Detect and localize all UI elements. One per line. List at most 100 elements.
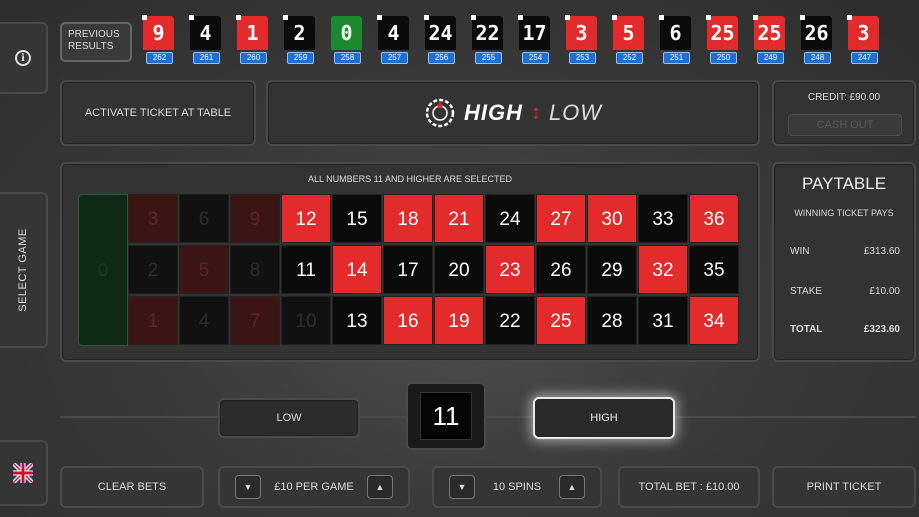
stake-decrease-button[interactable]: ▼ [235, 475, 261, 499]
triangle-down-icon: ▼ [457, 482, 467, 492]
board-cell[interactable]: 12 [281, 194, 331, 243]
board-cell[interactable]: 16 [383, 296, 433, 345]
previous-result-game-number: 254 [522, 52, 549, 64]
previous-result-number: 4 [190, 16, 221, 50]
track-line-left [60, 416, 218, 418]
paytable-subtitle: WINNING TICKET PAYS [794, 208, 894, 218]
board-cell-zero[interactable]: 0 [78, 194, 128, 346]
board-cell[interactable]: 20 [434, 245, 484, 294]
low-button[interactable]: LOW [218, 398, 360, 438]
board-cell[interactable]: 21 [434, 194, 484, 243]
cash-out-button[interactable]: CASH OUT [788, 114, 902, 136]
board-cell[interactable]: 5 [179, 245, 229, 294]
board-cell[interactable]: 6 [179, 194, 229, 243]
credit-label: CREDIT: £90.00 [807, 92, 881, 103]
paytable-row-value: £323.60 [863, 324, 900, 335]
paytable-row-label: TOTAL [790, 324, 823, 335]
result-corner-marker [706, 15, 711, 20]
language-button[interactable] [0, 440, 48, 506]
paytable-row-value: £10.00 [869, 286, 900, 297]
board-cell[interactable]: 8 [230, 245, 280, 294]
board-cell[interactable]: 25 [536, 296, 586, 345]
high-button[interactable]: HIGH [533, 397, 675, 439]
track-line-mid-left [360, 416, 406, 418]
total-bet-display: TOTAL BET : £10.00 [618, 466, 760, 508]
board-cell[interactable]: 22 [485, 296, 535, 345]
select-game-label: SELECT GAME [17, 228, 30, 312]
previous-result-game-number: 249 [757, 52, 784, 64]
previous-result: 0 258 [326, 14, 364, 68]
previous-result-number: 26 [801, 16, 832, 50]
betting-board: ALL NUMBERS 11 AND HIGHER ARE SELECTED 0… [60, 162, 760, 362]
board-cell[interactable]: 36 [689, 194, 739, 243]
board-cell[interactable]: 13 [332, 296, 382, 345]
board-cell[interactable]: 3 [128, 194, 178, 243]
logo-arrow-icon: ↕ [530, 101, 541, 124]
select-game-button[interactable]: SELECT GAME [0, 192, 48, 348]
previous-result-game-number: 262 [146, 52, 173, 64]
selected-number-value: 11 [420, 392, 472, 440]
previous-result-number: 17 [519, 16, 550, 50]
board-cell[interactable]: 7 [230, 296, 280, 345]
board-cell[interactable]: 17 [383, 245, 433, 294]
previous-result: 17 254 [514, 14, 552, 68]
clear-bets-button[interactable]: CLEAR BETS [60, 466, 204, 508]
board-cell[interactable]: 14 [332, 245, 382, 294]
board-cell[interactable]: 19 [434, 296, 484, 345]
paytable-panel: PAYTABLE WINNING TICKET PAYS WIN £313.60… [772, 162, 916, 362]
board-cell[interactable]: 10 [281, 296, 331, 345]
paytable-row-total: TOTAL £323.60 [784, 324, 904, 338]
board-cell[interactable]: 15 [332, 194, 382, 243]
result-corner-marker [800, 15, 805, 20]
result-corner-marker [377, 15, 382, 20]
previous-result-game-number: 252 [616, 52, 643, 64]
previous-result: 25 250 [702, 14, 740, 68]
board-cell[interactable]: 11 [281, 245, 331, 294]
previous-result-game-number: 260 [240, 52, 267, 64]
result-corner-marker [518, 15, 523, 20]
board-cell[interactable]: 23 [485, 245, 535, 294]
previous-result: 2 259 [279, 14, 317, 68]
board-cell[interactable]: 30 [587, 194, 637, 243]
logo-low-text: LOW [548, 100, 603, 125]
board-cell[interactable]: 31 [638, 296, 688, 345]
board-cell[interactable]: 24 [485, 194, 535, 243]
stake-increase-button[interactable]: ▲ [367, 475, 393, 499]
info-button[interactable]: i [0, 22, 48, 94]
board-cell[interactable]: 32 [638, 245, 688, 294]
previous-result-number: 22 [472, 16, 503, 50]
activate-ticket-panel[interactable]: ACTIVATE TICKET AT TABLE [60, 80, 256, 146]
board-cell[interactable]: 28 [587, 296, 637, 345]
board-cell[interactable]: 9 [230, 194, 280, 243]
previous-result-game-number: 261 [193, 52, 220, 64]
previous-results-label: PREVIOUS RESULTS [60, 22, 132, 62]
spins-stepper: ▼ 10 SPINS ▲ [432, 466, 602, 508]
result-corner-marker [236, 15, 241, 20]
board-cell[interactable]: 2 [128, 245, 178, 294]
board-cell[interactable]: 34 [689, 296, 739, 345]
board-cell[interactable]: 4 [179, 296, 229, 345]
triangle-up-icon: ▲ [567, 482, 577, 492]
print-ticket-button[interactable]: PRINT TICKET [772, 466, 916, 508]
previous-result: 24 256 [420, 14, 458, 68]
previous-result: 22 255 [467, 14, 505, 68]
previous-result: 25 249 [749, 14, 787, 68]
paytable-row-label: STAKE [790, 286, 823, 297]
result-corner-marker [283, 15, 288, 20]
board-cell[interactable]: 18 [383, 194, 433, 243]
logo-high-text: HIGH [463, 100, 523, 125]
board-cell[interactable]: 35 [689, 245, 739, 294]
result-corner-marker [847, 15, 852, 20]
spins-decrease-button[interactable]: ▼ [449, 475, 475, 499]
board-cell[interactable]: 29 [587, 245, 637, 294]
spins-increase-button[interactable]: ▲ [559, 475, 585, 499]
board-cell[interactable]: 33 [638, 194, 688, 243]
triangle-down-icon: ▼ [243, 482, 253, 492]
previous-result-game-number: 257 [381, 52, 408, 64]
previous-result-number: 3 [566, 16, 597, 50]
credit-panel: CREDIT: £90.00 CASH OUT [772, 80, 916, 146]
board-cell[interactable]: 27 [536, 194, 586, 243]
previous-result-number: 24 [425, 16, 456, 50]
board-cell[interactable]: 1 [128, 296, 178, 345]
board-cell[interactable]: 26 [536, 245, 586, 294]
